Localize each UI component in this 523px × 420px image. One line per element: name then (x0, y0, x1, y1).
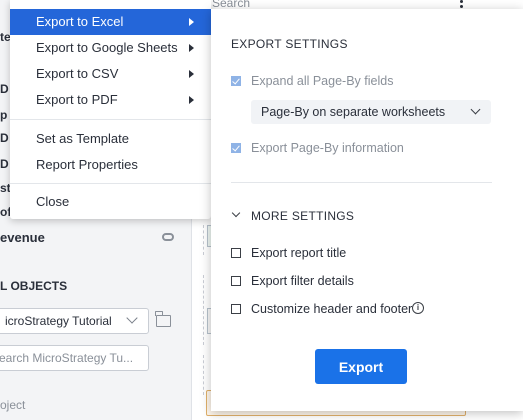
checkbox-label: Export filter details (251, 274, 354, 288)
folder-icon[interactable] (155, 311, 171, 327)
submenu-caret-icon (189, 18, 194, 26)
menu-item-set-as-template[interactable]: Set as Template (10, 126, 211, 152)
pageby-mode-value: Page-By on separate worksheets (261, 105, 446, 119)
checkbox-label: Customize header and footer (251, 302, 413, 316)
clipped-row-text: D (0, 157, 9, 171)
panel-title: EXPORT SETTINGS (231, 37, 348, 51)
checkbox-label: Export report title (251, 246, 347, 260)
chevron-down-icon (231, 208, 241, 218)
menu-item-export-excel[interactable]: Export to Excel (10, 9, 211, 35)
project-select[interactable]: icroStrategy Tutorial (0, 308, 149, 334)
checkbox-icon[interactable] (231, 304, 241, 314)
checkbox-label: Expand all Page-By fields (251, 74, 394, 88)
more-settings-label: MORE SETTINGS (251, 209, 355, 223)
menu-divider (10, 183, 211, 184)
menu-item-label: Report Properties (36, 157, 138, 172)
object-search-placeholder: earch MicroStrategy Tu... (0, 351, 134, 365)
menu-item-label: Close (36, 194, 70, 209)
menu-item-export-csv[interactable]: Export to CSV (10, 61, 211, 87)
menu-divider (10, 119, 211, 120)
menu-item-close[interactable]: Close (10, 189, 211, 215)
object-search-input[interactable]: earch MicroStrategy Tu... (0, 345, 149, 371)
chevron-down-icon (126, 312, 138, 324)
menu-item-report-properties[interactable]: Report Properties (10, 152, 211, 178)
section-title: L OBJECTS (0, 279, 68, 293)
checkbox-label: Export Page-By information (251, 141, 404, 155)
menu-item-label: Export to Excel (36, 14, 124, 29)
checkbox-icon[interactable] (231, 276, 241, 286)
link-icon[interactable] (162, 233, 174, 241)
dropzone-border (203, 275, 204, 345)
checkbox-icon[interactable] (231, 76, 241, 86)
chevron-down-icon (470, 104, 481, 115)
menu-item-label: Export to PDF (36, 92, 118, 107)
menu-item-label: Export to Google Sheets (36, 40, 178, 55)
menu-item-export-pdf[interactable]: Export to PDF (10, 87, 211, 113)
object-label: oject (0, 398, 26, 412)
pageby-mode-select[interactable]: Page-By on separate worksheets (251, 100, 491, 124)
checkbox-icon[interactable] (231, 248, 241, 258)
clipped-row-text: p (0, 108, 8, 122)
menu-item-export-google-sheets[interactable]: Export to Google Sheets (10, 35, 211, 61)
submenu-caret-icon (189, 44, 194, 52)
submenu-caret-icon (189, 70, 194, 78)
menu-item-label: Export to CSV (36, 66, 119, 81)
context-menu: Export to Excel Export to Google Sheets … (10, 0, 211, 219)
menu-item-label: Set as Template (36, 131, 129, 146)
clipped-row-text: D (0, 131, 9, 145)
checkbox-icon[interactable] (231, 143, 241, 153)
dropzone-border (203, 225, 204, 255)
revenue-label: evenue (0, 230, 45, 245)
revenue-row[interactable]: evenue (0, 230, 190, 246)
export-button[interactable]: Export (315, 349, 407, 384)
submenu-caret-icon (189, 96, 194, 104)
dropzone-border (203, 355, 204, 395)
info-icon[interactable]: i (412, 302, 424, 314)
project-select-value: icroStrategy Tutorial (5, 314, 112, 328)
clipped-row-text: D (0, 82, 9, 96)
panel-divider (231, 182, 492, 183)
export-settings-panel: EXPORT SETTINGS Expand all Page-By field… (211, 9, 523, 411)
